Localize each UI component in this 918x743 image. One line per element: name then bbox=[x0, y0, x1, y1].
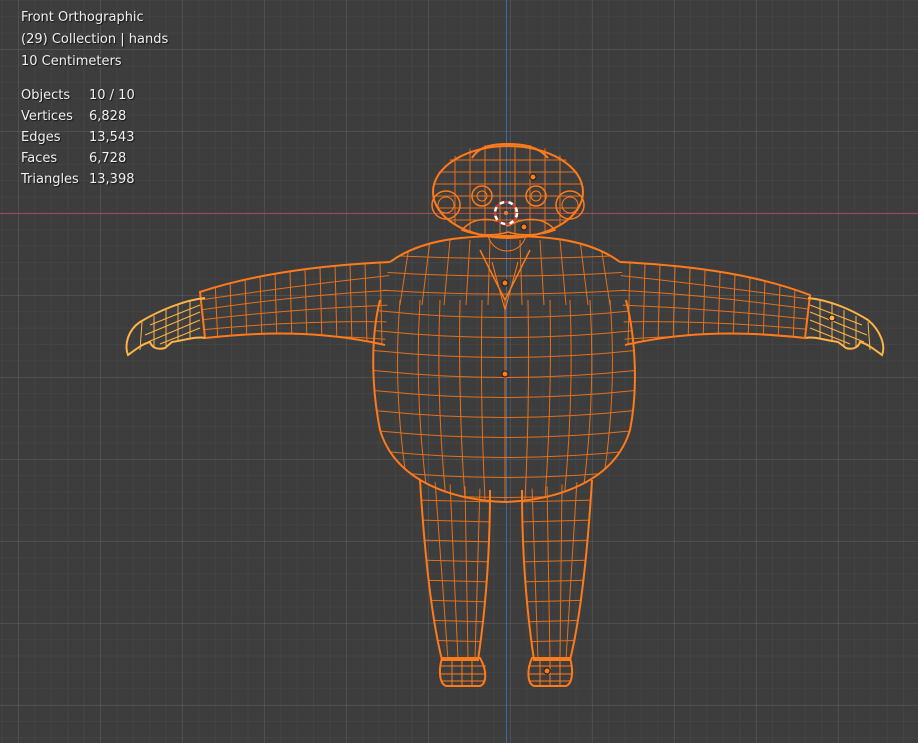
torso-mesh bbox=[372, 299, 636, 504]
stat-value: 6,728 bbox=[89, 151, 127, 166]
stat-label: Edges bbox=[21, 130, 61, 145]
stat-row-vertices: Vertices 6,828 bbox=[21, 106, 168, 127]
chest-mesh bbox=[380, 234, 628, 312]
right-hand-mesh bbox=[805, 297, 885, 357]
stat-value: 13,543 bbox=[89, 130, 135, 145]
grid-scale: 10 Centimeters bbox=[21, 54, 122, 69]
stat-value: 10 / 10 bbox=[89, 88, 135, 103]
3d-viewport[interactable]: Front Orthographic (29) Collection | han… bbox=[0, 0, 918, 743]
stat-label: Faces bbox=[21, 151, 58, 166]
stat-row-triangles: Triangles 13,398 bbox=[21, 169, 168, 190]
right-arm-mesh bbox=[619, 261, 812, 346]
object-origins bbox=[501, 173, 836, 675]
stat-row-objects: Objects 10 / 10 bbox=[21, 85, 168, 106]
head-mesh bbox=[431, 142, 585, 252]
right-leg-mesh bbox=[521, 479, 593, 687]
stat-label: Triangles bbox=[21, 172, 79, 187]
stat-label: Vertices bbox=[21, 109, 73, 124]
view-name: Front Orthographic bbox=[21, 10, 144, 25]
stat-label: Objects bbox=[21, 88, 71, 103]
stat-value: 6,828 bbox=[89, 109, 127, 124]
viewport-info-overlay: Front Orthographic (29) Collection | han… bbox=[21, 7, 168, 190]
collection-info: (29) Collection | hands bbox=[21, 32, 169, 47]
left-arm-mesh bbox=[198, 261, 391, 346]
stat-row-edges: Edges 13,543 bbox=[21, 127, 168, 148]
3d-cursor[interactable] bbox=[493, 200, 519, 226]
scene-statistics: Objects 10 / 10 Vertices 6,828 Edges 13,543… bbox=[21, 85, 168, 190]
left-leg-mesh bbox=[419, 479, 491, 687]
left-hand-mesh bbox=[125, 297, 206, 357]
stat-value: 13,398 bbox=[89, 172, 135, 187]
stat-row-faces: Faces 6,728 bbox=[21, 148, 168, 169]
